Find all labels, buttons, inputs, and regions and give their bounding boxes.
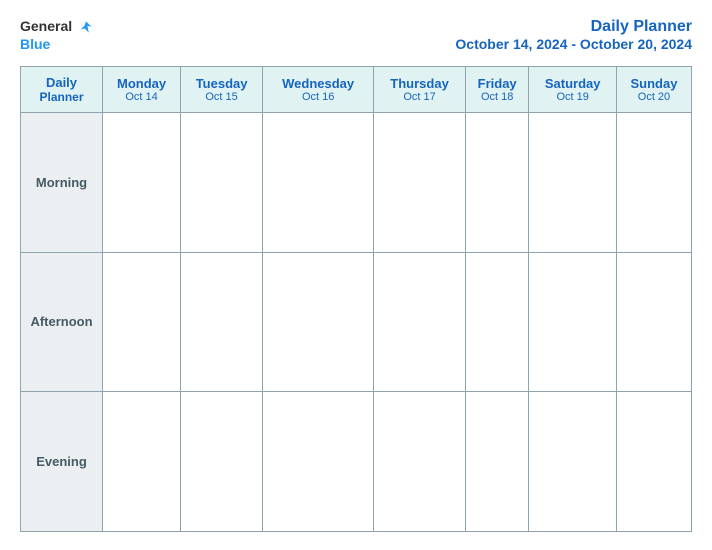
logo: General [20,18,93,36]
col-header-saturday: Saturday Oct 19 [529,67,617,113]
col-header-monday: Monday Oct 14 [103,67,181,113]
row-label-evening: Evening [21,392,103,532]
row-label-morning: Morning [21,113,103,253]
col-header-thursday: Thursday Oct 17 [374,67,466,113]
col-header-friday: Friday Oct 18 [465,67,529,113]
cell-afternoon-sunday[interactable] [616,252,691,392]
cell-morning-saturday[interactable] [529,113,617,253]
cell-afternoon-tuesday[interactable] [181,252,263,392]
header: General Blue Daily Planner October 14, 2… [20,18,692,54]
label-header-line1: Daily [23,75,100,90]
planner-date-range: October 14, 2024 - October 20, 2024 [455,36,692,52]
col-day-thursday: Thursday [376,76,463,91]
cell-afternoon-wednesday[interactable] [263,252,374,392]
cell-morning-sunday[interactable] [616,113,691,253]
logo-area: General Blue [20,18,93,52]
table-row-afternoon: Afternoon [21,252,692,392]
logo-bird-icon [79,20,93,34]
cell-evening-sunday[interactable] [616,392,691,532]
col-day-tuesday: Tuesday [183,76,260,91]
row-label-afternoon: Afternoon [21,252,103,392]
col-date-friday: Oct 18 [468,91,527,103]
col-day-wednesday: Wednesday [265,76,371,91]
table-header-row: Daily Planner Monday Oct 14 Tuesday Oct … [21,67,692,113]
cell-evening-wednesday[interactable] [263,392,374,532]
planner-title: Daily Planner [591,18,692,35]
cell-evening-saturday[interactable] [529,392,617,532]
cell-evening-thursday[interactable] [374,392,466,532]
col-header-wednesday: Wednesday Oct 16 [263,67,374,113]
planner-table: Daily Planner Monday Oct 14 Tuesday Oct … [20,66,692,532]
col-date-wednesday: Oct 16 [265,91,371,103]
col-date-thursday: Oct 17 [376,91,463,103]
col-header-tuesday: Tuesday Oct 15 [181,67,263,113]
col-date-tuesday: Oct 15 [183,91,260,103]
cell-afternoon-monday[interactable] [103,252,181,392]
table-row-morning: Morning [21,113,692,253]
col-date-sunday: Oct 20 [619,91,689,103]
cell-morning-friday[interactable] [465,113,529,253]
cell-evening-tuesday[interactable] [181,392,263,532]
cell-morning-wednesday[interactable] [263,113,374,253]
col-day-monday: Monday [105,76,178,91]
cell-morning-thursday[interactable] [374,113,466,253]
page: General Blue Daily Planner October 14, 2… [0,0,712,550]
cell-afternoon-saturday[interactable] [529,252,617,392]
table-row-evening: Evening [21,392,692,532]
cell-evening-friday[interactable] [465,392,529,532]
logo-text-general: General [20,18,72,34]
cell-afternoon-friday[interactable] [465,252,529,392]
col-date-monday: Oct 14 [105,91,178,103]
col-day-saturday: Saturday [531,76,614,91]
col-day-friday: Friday [468,76,527,91]
cell-afternoon-thursday[interactable] [374,252,466,392]
title-area: Daily Planner October 14, 2024 - October… [455,18,692,54]
cell-evening-monday[interactable] [103,392,181,532]
logo-text-blue: Blue [20,36,50,52]
cell-morning-monday[interactable] [103,113,181,253]
table-label-header: Daily Planner [21,67,103,113]
cell-morning-tuesday[interactable] [181,113,263,253]
col-date-saturday: Oct 19 [531,91,614,103]
col-day-sunday: Sunday [619,76,689,91]
col-header-sunday: Sunday Oct 20 [616,67,691,113]
label-header-line2: Planner [23,90,100,104]
